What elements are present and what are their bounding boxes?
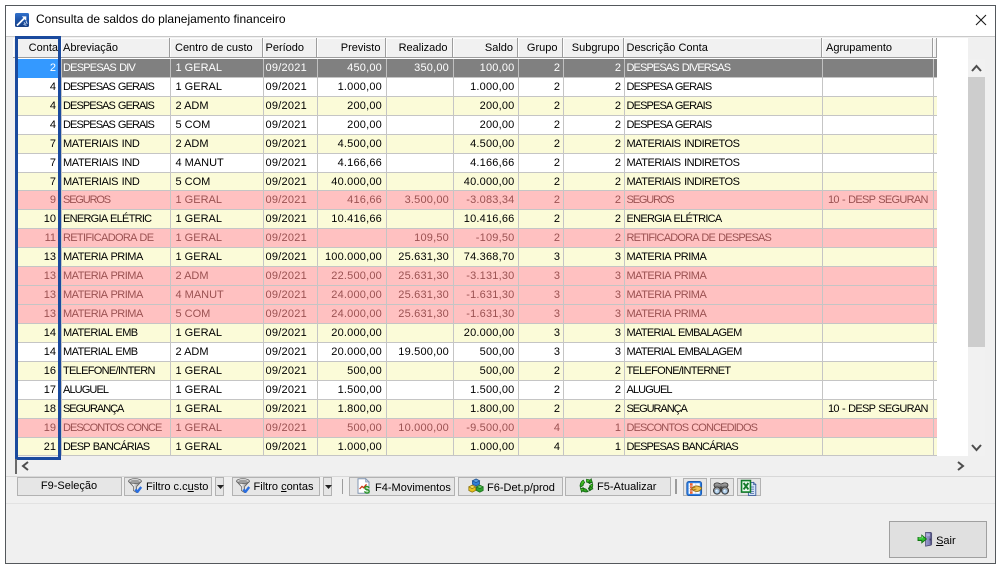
svg-text:$: $: [364, 485, 370, 494]
